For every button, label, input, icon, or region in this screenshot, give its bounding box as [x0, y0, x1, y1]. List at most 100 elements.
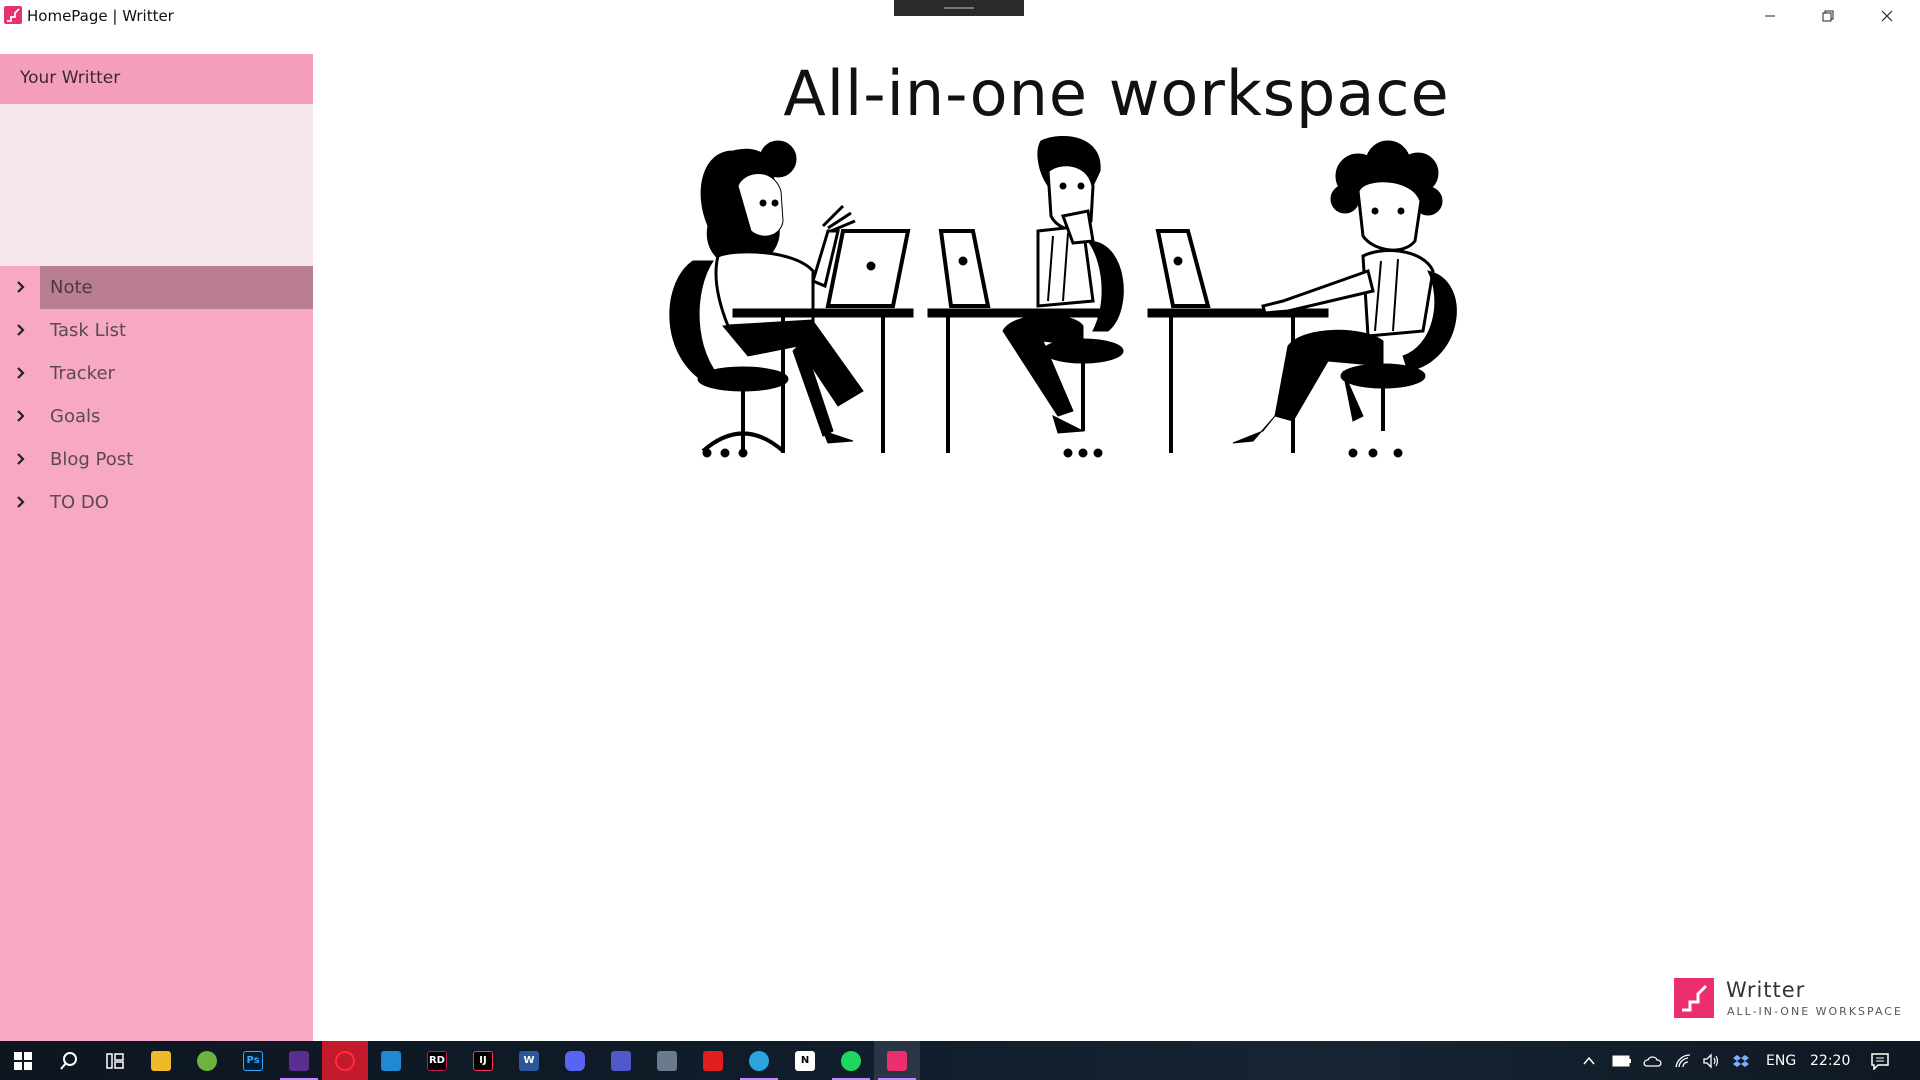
app-window: HomePage | Writter Your Writter Note Tas…	[0, 0, 1920, 1041]
dropbox-indicator[interactable]	[1732, 1041, 1750, 1080]
cloud-icon	[1643, 1055, 1662, 1067]
vscode-icon	[381, 1050, 401, 1071]
title-bar: HomePage | Writter	[0, 0, 1920, 31]
task-view-icon	[106, 1052, 124, 1069]
taskbar-spotify[interactable]	[828, 1041, 874, 1080]
sidebar-item-label: Task List	[50, 320, 127, 341]
restore-icon	[1822, 10, 1834, 21]
discord-icon	[565, 1050, 585, 1071]
chevron-right-icon	[14, 408, 28, 424]
visual-studio-icon	[289, 1050, 309, 1071]
person-woman-illustration	[669, 140, 914, 458]
sidebar-item-todo[interactable]: TO DO	[0, 481, 313, 524]
windows-icon	[14, 1051, 32, 1070]
spotify-icon	[841, 1050, 861, 1071]
taskbar-vscode[interactable]	[368, 1041, 414, 1080]
taskbar-calculator[interactable]	[644, 1041, 690, 1080]
taskbar-acrobat[interactable]	[690, 1041, 736, 1080]
chevron-right-icon	[14, 365, 28, 381]
chevron-right-icon	[14, 322, 28, 338]
chevron-right-icon	[14, 494, 28, 510]
acrobat-icon	[703, 1050, 723, 1071]
taskbar-visual-studio[interactable]	[276, 1041, 322, 1080]
notion-icon: N	[795, 1050, 815, 1071]
chevron-right-icon	[14, 279, 28, 295]
brand-logo: Writter ALL-IN-ONE WORKSPACE	[1674, 978, 1914, 1020]
language-indicator[interactable]: ENG	[1766, 1041, 1796, 1080]
brand-tagline: ALL-IN-ONE WORKSPACE	[1727, 1005, 1903, 1018]
close-icon	[1881, 10, 1893, 21]
sidebar-header-title: Your Writter	[20, 68, 121, 88]
battery-icon	[1612, 1055, 1631, 1066]
taskbar-opera[interactable]	[322, 1041, 368, 1080]
battery-indicator[interactable]	[1612, 1041, 1632, 1080]
sidebar-item-label: Note	[50, 277, 93, 298]
rider-icon: RD	[427, 1050, 447, 1071]
taskbar-file-explorer[interactable]	[138, 1041, 184, 1080]
taskbar-rider[interactable]: RD	[414, 1041, 460, 1080]
sidebar-item-goals[interactable]: Goals	[0, 395, 313, 438]
app-logo-icon	[4, 6, 22, 24]
taskbar-utorrent[interactable]	[184, 1041, 230, 1080]
task-view-button[interactable]	[92, 1041, 138, 1080]
sidebar-item-tracker[interactable]: Tracker	[0, 352, 313, 395]
clock[interactable]: 22:20	[1810, 1041, 1850, 1080]
sidebar-item-label: Tracker	[50, 363, 115, 384]
nav-list: Note Task List Tracker Goals Blog Post T…	[0, 266, 313, 524]
tray-chevron[interactable]	[1582, 1041, 1596, 1080]
restore-button[interactable]	[1799, 0, 1857, 31]
minimize-icon	[1765, 15, 1775, 16]
taskbar-writter[interactable]	[874, 1041, 920, 1080]
main-content: All-in-one workspace	[313, 31, 1920, 1041]
chevron-right-icon	[14, 451, 28, 467]
start-button[interactable]	[0, 1041, 46, 1080]
volume-indicator[interactable]	[1702, 1041, 1720, 1080]
taskbar-notion[interactable]: N	[782, 1041, 828, 1080]
page-title: All-in-one workspace	[783, 57, 1450, 130]
sidebar-header: Your Writter	[0, 54, 313, 104]
taskbar-teams[interactable]	[598, 1041, 644, 1080]
notification-icon	[1871, 1052, 1889, 1070]
taskbar-word[interactable]: W	[506, 1041, 552, 1080]
onedrive-indicator[interactable]	[1642, 1041, 1664, 1080]
search-icon	[60, 1051, 77, 1070]
drag-handle[interactable]	[894, 0, 1024, 16]
sidebar-item-label: Blog Post	[50, 449, 134, 470]
taskbar: Ps RD IJ W N ENG 22:20	[0, 1041, 1920, 1080]
taskbar-discord[interactable]	[552, 1041, 598, 1080]
writter-icon	[887, 1050, 907, 1071]
wifi-indicator[interactable]	[1674, 1041, 1692, 1080]
sidebar: Your Writter Note Task List Tracker Goal…	[0, 54, 313, 1041]
search-button[interactable]	[46, 1041, 92, 1080]
brand-name: Writter	[1726, 978, 1806, 1002]
word-icon: W	[519, 1050, 539, 1071]
intellij-icon: IJ	[473, 1050, 493, 1071]
teams-icon	[611, 1050, 631, 1071]
sidebar-item-note[interactable]: Note	[0, 266, 313, 309]
sidebar-profile-area	[0, 104, 313, 266]
taskbar-telegram[interactable]	[736, 1041, 782, 1080]
sidebar-item-label: TO DO	[50, 492, 109, 513]
sidebar-item-label: Goals	[50, 406, 101, 427]
calculator-icon	[657, 1050, 677, 1071]
close-button[interactable]	[1858, 0, 1916, 31]
photoshop-icon: Ps	[243, 1050, 263, 1071]
taskbar-intellij[interactable]: IJ	[460, 1041, 506, 1080]
dropbox-icon	[1733, 1054, 1749, 1067]
notifications-button[interactable]	[1870, 1041, 1890, 1080]
sidebar-item-blog-post[interactable]: Blog Post	[0, 438, 313, 481]
file-explorer-icon	[151, 1050, 171, 1071]
chevron-up-icon	[1583, 1056, 1595, 1064]
sidebar-item-task-list[interactable]: Task List	[0, 309, 313, 352]
writter-logo-icon	[1674, 978, 1714, 1018]
telegram-icon	[749, 1050, 769, 1071]
window-title: HomePage | Writter	[27, 7, 174, 25]
minimize-button[interactable]	[1741, 0, 1799, 31]
taskbar-photoshop[interactable]: Ps	[230, 1041, 276, 1080]
opera-icon	[335, 1050, 355, 1071]
person-man-right-illustration	[1147, 140, 1457, 458]
speaker-icon	[1703, 1052, 1719, 1069]
workspace-illustration	[669, 135, 1457, 458]
wifi-icon	[1675, 1053, 1691, 1067]
utorrent-icon	[197, 1050, 217, 1071]
